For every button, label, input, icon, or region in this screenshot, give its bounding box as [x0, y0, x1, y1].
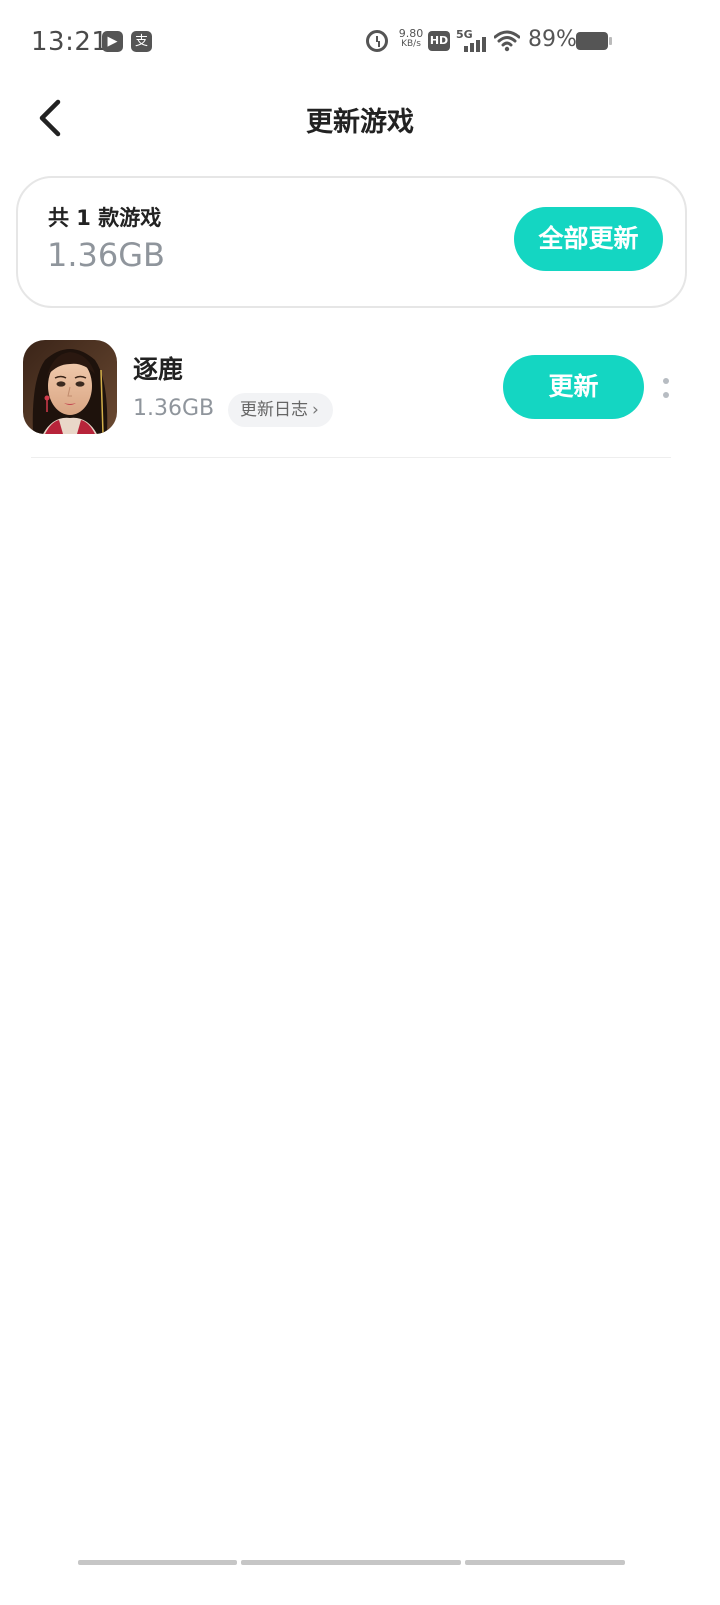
network-speed-value: 9.80 [398, 27, 424, 40]
list-divider [31, 457, 671, 458]
changelog-button[interactable]: 更新日志 › [228, 393, 333, 427]
alarm-icon [366, 30, 388, 52]
game-size: 1.36GB [133, 396, 215, 421]
battery-icon [576, 32, 612, 50]
nav-hint-bar-center [241, 1560, 461, 1565]
network-type-label: 5G [456, 28, 473, 41]
update-summary-card: 共 1 款游戏 1.36GB 全部更新 [16, 176, 687, 308]
nav-hint-bar-right [465, 1560, 625, 1565]
cellular-signal-icon: 5G [456, 28, 488, 52]
status-time: 13:21 [31, 27, 109, 57]
update-all-button[interactable]: 全部更新 [514, 207, 663, 271]
nav-hint-bar-left [78, 1560, 237, 1565]
update-button[interactable]: 更新 [503, 355, 644, 419]
battery-percent: 89% [528, 27, 577, 52]
changelog-label: 更新日志 [240, 400, 308, 420]
update-games-screen: 13:21 ▶ 支 9.80 KB/s HD 5G 89% 更新游戏 共 1 款… [0, 0, 720, 1605]
game-name: 逐鹿 [133, 355, 184, 384]
alipay-icon: 支 [131, 31, 152, 52]
game-app-icon [23, 340, 117, 434]
status-bar: 13:21 ▶ 支 9.80 KB/s HD 5G 89% [0, 0, 720, 84]
game-count-text: 共 1 款游戏 [48, 206, 162, 230]
top-nav-bar: 更新游戏 [0, 84, 720, 154]
network-speed: 9.80 KB/s [394, 28, 428, 56]
page-title: 更新游戏 [306, 107, 414, 138]
wifi-icon [494, 30, 520, 52]
network-speed-unit: KB/s [401, 39, 421, 49]
more-options-icon[interactable] [656, 370, 676, 406]
total-size-text: 1.36GB [47, 236, 165, 274]
game-list-item[interactable]: 逐鹿 1.36GB 更新日志 › 更新 [0, 330, 720, 458]
hd-badge: HD [428, 31, 450, 51]
chevron-right-icon: › [312, 400, 319, 420]
play-app-icon: ▶ [102, 31, 123, 52]
